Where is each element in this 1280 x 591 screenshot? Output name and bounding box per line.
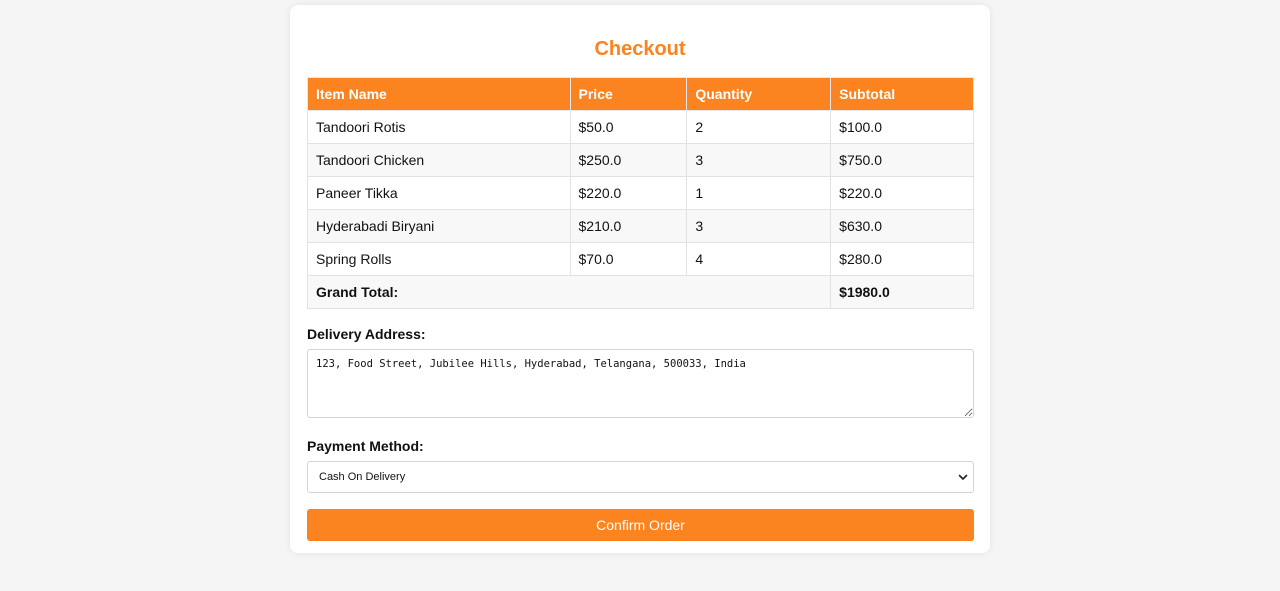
table-row: Tandoori Rotis $50.0 2 $100.0 bbox=[307, 110, 974, 144]
table-row: Spring Rolls $70.0 4 $280.0 bbox=[307, 242, 974, 276]
grand-total-row: Grand Total: $1980.0 bbox=[306, 275, 974, 309]
item-price: $70.0 bbox=[569, 242, 688, 276]
item-price: $210.0 bbox=[569, 209, 688, 243]
payment-method-value: Cash On Delivery bbox=[319, 471, 406, 483]
item-quantity: 4 bbox=[686, 242, 832, 276]
item-name: Tandoori Rotis bbox=[307, 110, 571, 144]
table-row: Paneer Tikka $220.0 1 $220.0 bbox=[307, 176, 974, 210]
item-subtotal: $630.0 bbox=[830, 209, 974, 243]
item-quantity: 3 bbox=[686, 143, 832, 177]
item-price: $220.0 bbox=[569, 176, 688, 210]
header-item-name: Item Name bbox=[307, 77, 571, 111]
item-name: Spring Rolls bbox=[307, 242, 571, 276]
item-name: Tandoori Chicken bbox=[307, 143, 571, 177]
table-header-row: Item Name Price Quantity Subtotal bbox=[307, 77, 974, 111]
table-row: Hyderabadi Biryani $210.0 3 $630.0 bbox=[307, 209, 974, 243]
item-subtotal: $280.0 bbox=[830, 242, 974, 276]
item-subtotal: $220.0 bbox=[830, 176, 974, 210]
header-quantity: Quantity bbox=[686, 77, 832, 111]
item-subtotal: $100.0 bbox=[830, 110, 974, 144]
delivery-address-input[interactable] bbox=[307, 349, 974, 418]
item-quantity: 2 bbox=[686, 110, 832, 144]
item-price: $50.0 bbox=[569, 110, 688, 144]
table-row: Tandoori Chicken $250.0 3 $750.0 bbox=[307, 143, 974, 177]
payment-method-select[interactable]: Cash On Delivery bbox=[307, 461, 974, 493]
confirm-order-button[interactable]: Confirm Order bbox=[307, 509, 974, 541]
grand-total-value: $1980.0 bbox=[830, 275, 974, 309]
item-quantity: 3 bbox=[686, 209, 832, 243]
header-subtotal: Subtotal bbox=[830, 77, 974, 111]
chevron-down-icon bbox=[958, 474, 968, 480]
checkout-card: Checkout Item Name Price Quantity Subtot… bbox=[290, 5, 990, 553]
item-subtotal: $750.0 bbox=[830, 143, 974, 177]
item-quantity: 1 bbox=[686, 176, 832, 210]
order-items-table: Item Name Price Quantity Subtotal Tandoo… bbox=[306, 77, 974, 309]
grand-total-label: Grand Total: bbox=[306, 275, 832, 309]
item-name: Hyderabadi Biryani bbox=[307, 209, 571, 243]
page-title: Checkout bbox=[594, 38, 686, 60]
header-price: Price bbox=[569, 77, 688, 111]
delivery-address-label: Delivery Address: bbox=[307, 326, 426, 342]
item-price: $250.0 bbox=[569, 143, 688, 177]
payment-method-label: Payment Method: bbox=[307, 438, 424, 454]
item-name: Paneer Tikka bbox=[307, 176, 571, 210]
